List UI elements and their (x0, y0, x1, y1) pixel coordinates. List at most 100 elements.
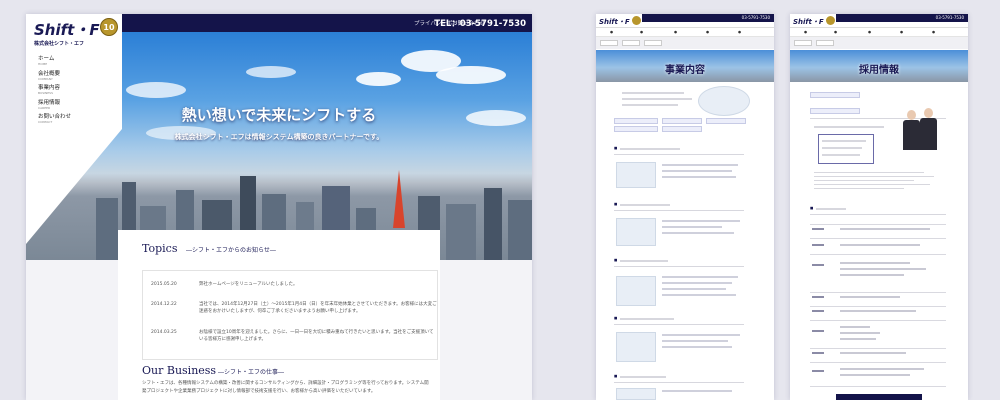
table-row (810, 292, 946, 293)
nav-item-career[interactable]: 採用情報 CAREER (38, 98, 71, 113)
staff-photo-icon (907, 110, 916, 120)
divider (614, 324, 744, 325)
anchor-button[interactable] (662, 118, 702, 124)
nav-item-company[interactable]: 会社概要 COMPANY (38, 69, 71, 84)
nav-item[interactable]: ● (834, 30, 837, 34)
text-line (816, 208, 846, 210)
nav-label: 会社概要 (38, 70, 61, 77)
tab-bar (790, 37, 968, 49)
phone-number: 03-5791-7530 (741, 15, 770, 20)
table-row (810, 238, 946, 239)
career-page-screenshot: Shift・F 03-5791-7530 ● ● ● ● ● 採用情報 ■ (790, 14, 968, 400)
divider (614, 154, 744, 155)
nav-label: 採用情報 (38, 99, 61, 106)
table-row (810, 224, 946, 225)
nav-item-home[interactable]: ホーム HOME (38, 54, 71, 69)
divider (614, 210, 744, 211)
anchor-button[interactable] (662, 126, 702, 132)
tab[interactable] (622, 40, 640, 46)
tab-bar (596, 37, 774, 49)
nav-label: ホーム (38, 56, 55, 62)
section-heading: ■ (614, 374, 618, 378)
nav-item[interactable]: ● (868, 30, 871, 34)
text-line (662, 282, 732, 284)
news-text: 当社では、2014年12月27日（土）～2015年1月4日（日）を年末年始休業と… (199, 302, 437, 314)
divider (614, 382, 744, 383)
table-label (812, 264, 824, 266)
table-value (840, 262, 910, 264)
anchor-button[interactable] (810, 92, 860, 98)
text-line (814, 176, 934, 177)
table-value (840, 332, 880, 334)
nav-item[interactable]: ● (932, 30, 935, 34)
anchor-button[interactable] (614, 118, 658, 124)
text-line (662, 164, 738, 166)
nav-item[interactable]: ● (900, 30, 903, 34)
table-row (810, 320, 946, 321)
nav-item[interactable]: ● (640, 30, 643, 34)
text-line (662, 220, 740, 222)
tab[interactable] (600, 40, 618, 46)
table-value (840, 374, 910, 376)
table-value (840, 338, 876, 340)
nav-item[interactable]: ● (804, 30, 807, 34)
table-label (812, 310, 824, 312)
text-line (662, 390, 732, 392)
header: Shift・F 03-5791-7530 (790, 14, 968, 28)
header: Shift・F 03-5791-7530 (596, 14, 774, 28)
business-text: シフト・エフは、各種情報システムの構築・改善に関するコンサルティングから、詳細設… (142, 381, 429, 394)
anchor-button[interactable] (706, 118, 746, 124)
text-line (620, 260, 668, 262)
anchor-button[interactable] (614, 126, 658, 132)
text-line (814, 126, 884, 128)
logo[interactable]: Shift・F (34, 19, 100, 40)
nav-item[interactable]: ● (738, 30, 741, 34)
top-bar: 03-5791-7530 (836, 14, 968, 22)
tab[interactable] (816, 40, 834, 46)
text-line (662, 176, 736, 178)
diagram-image (698, 86, 750, 116)
nav-bar: ● ● ● ● ● (596, 28, 774, 37)
logo[interactable]: Shift・F (599, 17, 630, 27)
section-heading: ■ (614, 316, 618, 320)
table-label (812, 244, 824, 246)
business-subtitle: ―シフト・エフの仕事― (218, 369, 285, 376)
tab[interactable] (794, 40, 812, 46)
text-line (814, 184, 930, 185)
nav-item-contact[interactable]: お問い合わせ CONTACT (38, 112, 71, 127)
nav-item[interactable]: ● (674, 30, 677, 34)
text-line (620, 318, 674, 320)
news-text: お陰様で設立10周年を迎えました。さらに、一日一日を大切に積み重ねて行きたいと思… (199, 330, 434, 342)
text-line (662, 334, 740, 336)
page-title: 採用情報 (859, 65, 899, 76)
table-value (840, 228, 930, 230)
content-panel: Topics ―シフト・エフからのお知らせ― 2015.05.20 弊社ホームペ… (118, 230, 440, 400)
anchor-button[interactable] (810, 108, 860, 114)
news-date: 2014.03.25 (151, 330, 177, 335)
text-line (662, 170, 732, 172)
section-image (616, 388, 656, 400)
text-line (662, 294, 736, 296)
table-value (840, 274, 904, 276)
text-line (620, 376, 666, 378)
table-value (840, 368, 924, 370)
home-page-screenshot: プライバシーポリシー お問い合わせ TEL：03-5791-7530 熱い想いで… (26, 14, 532, 400)
table-row (810, 386, 946, 387)
nav-item-business[interactable]: 事業内容 BUSINESS (38, 83, 71, 98)
nav-sublabel: CONTACT (38, 120, 53, 124)
nav-item[interactable]: ● (610, 30, 613, 34)
nav-item[interactable]: ● (706, 30, 709, 34)
nav-bar: ● ● ● ● ● (790, 28, 968, 37)
anniversary-badge-icon (632, 16, 641, 25)
text-line (814, 172, 924, 173)
section-heading: ■ (614, 146, 618, 150)
section-image (616, 276, 656, 306)
divider (614, 266, 744, 267)
divider (810, 214, 946, 215)
nav-sublabel: CAREER (38, 105, 51, 110)
tab[interactable] (644, 40, 662, 46)
text-line (814, 180, 914, 181)
apply-button[interactable] (836, 394, 922, 400)
nav-sublabel: BUSINESS (38, 91, 53, 95)
logo[interactable]: Shift・F (793, 17, 824, 27)
